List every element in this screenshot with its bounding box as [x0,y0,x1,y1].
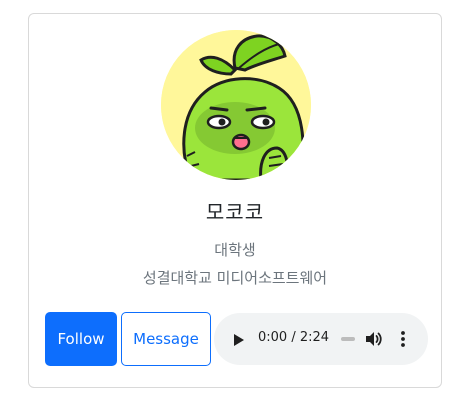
audio-duration: 2:24 [299,330,330,345]
profile-avatar [161,30,311,180]
message-button[interactable]: Message [121,312,211,366]
audio-player: 0:00 / 2:24 [214,313,428,365]
profile-name: 모코코 [205,200,265,224]
play-icon[interactable] [232,332,246,346]
more-vertical-icon[interactable] [399,330,407,348]
follow-button[interactable]: Follow [45,312,117,366]
audio-current-time: 0:00 [258,330,288,345]
profile-school: 성결대학교 미디어소프트웨어 [142,269,328,287]
audio-time-display: 0:00 / 2:24 [258,330,329,345]
profile-role: 대학생 [214,241,256,259]
audio-progress-bar[interactable] [341,337,355,341]
audio-time-separator: / [291,330,296,345]
profile-card: 모코코 대학생 성결대학교 미디어소프트웨어 Follow Message 0:… [28,13,442,388]
volume-icon[interactable] [364,330,382,348]
mokoko-character-image [161,30,311,180]
